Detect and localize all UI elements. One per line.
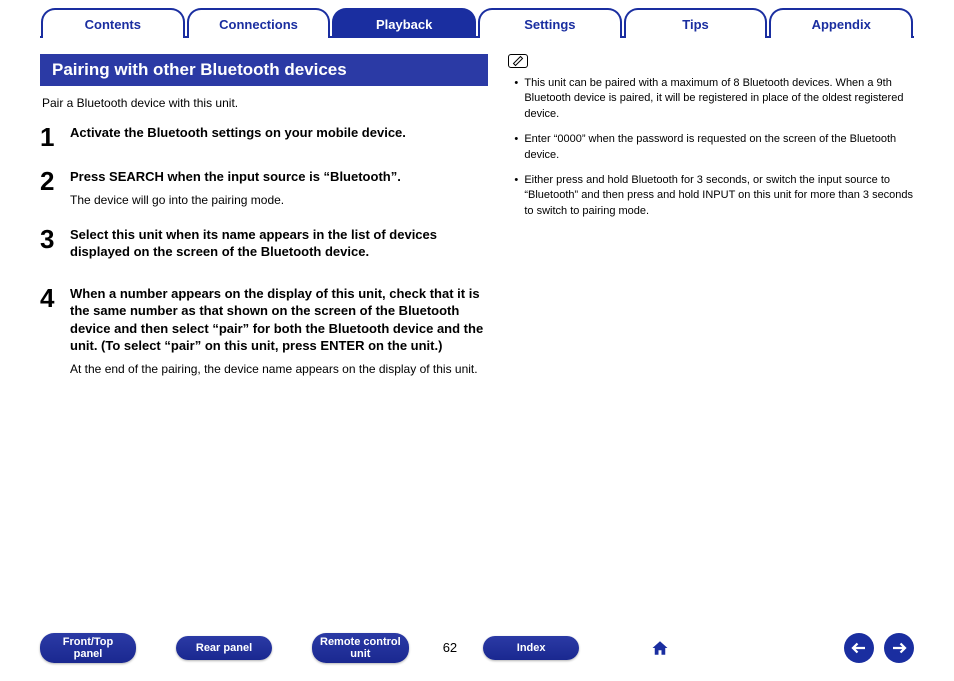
step-4: 4 When a number appears on the display o… [40,285,488,377]
note-item: This unit can be paired with a maximum o… [514,76,914,122]
front-top-panel-button[interactable]: Front/Toppanel [40,633,136,663]
step-number: 4 [40,285,70,377]
step-number: 2 [40,168,70,208]
tab-tips[interactable]: Tips [624,8,768,38]
step-3: 3 Select this unit when its name appears… [40,226,488,267]
tab-appendix[interactable]: Appendix [769,8,913,38]
bottom-bar: Front/Toppanel Rear panel Remote control… [40,633,914,663]
step-title: Press SEARCH when the input source is “B… [70,168,488,186]
top-tabs: Contents Connections Playback Settings T… [40,8,914,38]
rear-panel-button[interactable]: Rear panel [176,636,272,660]
step-title: When a number appears on the display of … [70,285,488,355]
note-item: Enter “0000” when the password is reques… [514,132,914,163]
page-number: 62 [443,640,457,655]
step-desc: The device will go into the pairing mode… [70,192,488,208]
next-page-icon[interactable] [884,633,914,663]
step-title: Activate the Bluetooth settings on your … [70,124,488,142]
step-1: 1 Activate the Bluetooth settings on you… [40,124,488,150]
notes-list: This unit can be paired with a maximum o… [508,76,914,219]
step-number: 1 [40,124,70,150]
note-item: Either press and hold Bluetooth for 3 se… [514,173,914,219]
tab-connections[interactable]: Connections [187,8,331,38]
remote-control-button[interactable]: Remote controlunit [312,633,409,663]
step-desc: At the end of the pairing, the device na… [70,361,488,377]
home-icon[interactable] [645,633,675,663]
intro-text: Pair a Bluetooth device with this unit. [42,96,488,110]
step-title: Select this unit when its name appears i… [70,226,488,261]
pencil-note-icon [508,54,528,68]
tab-settings[interactable]: Settings [478,8,622,38]
step-number: 3 [40,226,70,267]
prev-page-icon[interactable] [844,633,874,663]
index-button[interactable]: Index [483,636,579,660]
tab-contents[interactable]: Contents [41,8,185,38]
section-title: Pairing with other Bluetooth devices [40,54,488,86]
tab-playback[interactable]: Playback [332,8,476,38]
step-2: 2 Press SEARCH when the input source is … [40,168,488,208]
